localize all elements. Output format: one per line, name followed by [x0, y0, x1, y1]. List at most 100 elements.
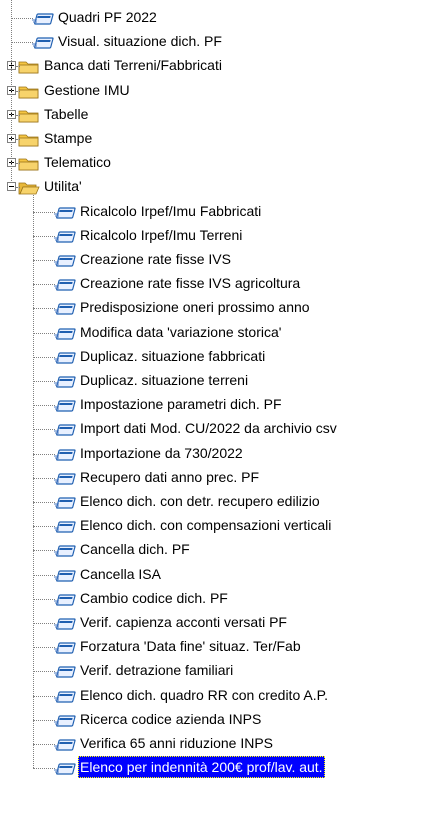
form-icon — [54, 228, 76, 244]
tree-folder[interactable]: Gestione IMU — [0, 79, 436, 103]
tree-item-label: Ricalcolo Irpef/Imu Terreni — [80, 226, 243, 243]
folder-icon — [18, 58, 40, 74]
tree-item-form[interactable]: Verifica 65 anni riduzione INPS — [0, 732, 436, 756]
form-icon — [32, 34, 54, 50]
form-icon — [54, 349, 76, 365]
form-icon — [54, 421, 76, 437]
folder-icon — [18, 83, 40, 99]
tree-item-selected[interactable]: Elenco per indennità 200€ prof/lav. aut. — [0, 756, 436, 780]
tree-connector-line — [33, 453, 55, 456]
form-icon — [54, 325, 76, 341]
tree-item-label: Cambio codice dich. PF — [80, 589, 228, 606]
tree-item-label: Verifica 65 anni riduzione INPS — [80, 735, 273, 751]
tree-item-label: Impostazione parametri dich. PF — [80, 396, 282, 413]
tree-item-form[interactable]: Predisposizione oneri prossimo anno — [0, 296, 436, 320]
tree-connector-line — [33, 550, 55, 552]
tree-connector-line — [33, 284, 55, 286]
tree-connector-line — [33, 502, 55, 504]
tree-item-label: Quadri PF 2022 — [58, 9, 157, 25]
form-icon — [54, 567, 76, 583]
tree-item-label: Cancella ISA — [80, 565, 161, 582]
tree-item-label: Forzatura 'Data fine' situaz. Ter/Fab — [80, 638, 301, 655]
tree-item-label: Stampe — [44, 130, 93, 146]
tree-item-form[interactable]: Verif. capienza acconti versati PF — [0, 611, 436, 635]
form-icon — [54, 470, 76, 486]
tree-item-label: Creazione rate fisse IVS agricoltura — [80, 275, 301, 292]
form-icon — [54, 518, 76, 534]
tree-folder[interactable]: Utilita' — [0, 175, 436, 199]
tree-item-form[interactable]: Modifica data 'variazione storica' — [0, 321, 436, 345]
tree-item-label: Elenco dich. con compensazioni verticali — [80, 517, 332, 534]
tree-item-form[interactable]: Elenco dich. quadro RR con credito A.P. — [0, 684, 436, 708]
tree-item-label: Verif. capienza acconti versati PF — [80, 614, 287, 630]
folder-icon — [18, 155, 40, 171]
tree-connector-line — [33, 477, 55, 480]
tree-connector-line — [16, 90, 20, 93]
form-icon — [54, 663, 76, 679]
form-icon — [54, 760, 76, 776]
form-icon — [54, 252, 76, 268]
form-icon — [54, 688, 76, 704]
tree-item-form[interactable]: Visual. situazione dich. PF — [0, 30, 436, 54]
tree-item-form[interactable]: Duplicaz. situazione terreni — [0, 369, 436, 393]
tree-item-label: Telematico — [44, 154, 111, 171]
form-icon — [54, 615, 76, 631]
tree-connector-line — [16, 66, 20, 68]
tree-connector-line — [33, 768, 55, 770]
form-icon — [54, 591, 76, 607]
tree-item-form[interactable]: Ricalcolo Irpef/Imu Fabbricati — [0, 200, 436, 224]
tree-connector-line — [33, 381, 55, 383]
tree-item-form[interactable]: Cancella dich. PF — [0, 538, 436, 562]
tree-connector-line — [33, 671, 55, 673]
form-icon — [32, 10, 54, 26]
form-icon — [54, 639, 76, 655]
tree-item-form[interactable]: Recupero dati anno prec. PF — [0, 466, 436, 490]
tree-folder[interactable]: Tabelle — [0, 103, 436, 127]
tree-item-form[interactable]: Verif. detrazione familiari — [0, 659, 436, 683]
tree-item-form[interactable]: Creazione rate fisse IVS — [0, 248, 436, 272]
tree-connector-line — [33, 195, 35, 769]
folder-icon — [18, 107, 40, 123]
tree-connector-line — [16, 114, 20, 117]
tree-item-label: Ricalcolo Irpef/Imu Fabbricati — [80, 202, 262, 219]
tree-item-form[interactable]: Forzatura 'Data fine' situaz. Ter/Fab — [0, 635, 436, 659]
tree-item-form[interactable]: Import dati Mod. CU/2022 da archivio csv — [0, 417, 436, 441]
tree-item-label: Predisposizione oneri prossimo anno — [80, 299, 310, 316]
tree-item-form[interactable]: Ricerca codice azienda INPS — [0, 708, 436, 732]
tree-item-form[interactable]: Quadri PF 2022 — [0, 6, 436, 30]
tree-item-form[interactable]: Elenco dich. con compensazioni verticali — [0, 514, 436, 538]
tree-connector-line — [33, 356, 55, 359]
form-icon — [54, 542, 76, 558]
form-icon — [54, 712, 76, 728]
tree-item-form[interactable]: Duplicaz. situazione fabbricati — [0, 345, 436, 369]
tree-folder[interactable]: Stampe — [0, 127, 436, 151]
tree-item-label: Elenco dich. quadro RR con credito A.P. — [80, 686, 329, 703]
tree-item-label: Utilita' — [44, 178, 82, 195]
tree-item-label: Duplicaz. situazione terreni — [80, 372, 249, 388]
tree-item-form[interactable]: Cambio codice dich. PF — [0, 587, 436, 611]
tree-item-form[interactable]: Creazione rate fisse IVS agricoltura — [0, 272, 436, 296]
tree-item-form[interactable]: Cancella ISA — [0, 563, 436, 587]
tree-connector-line — [33, 695, 55, 698]
tree-connector-line — [33, 332, 55, 335]
tree-item-label: Recupero dati anno prec. PF — [80, 468, 259, 485]
tree-item-label: Cancella dich. PF — [80, 541, 190, 558]
tree-connector-line — [33, 526, 55, 528]
tree-folder[interactable]: Banca dati Terreni/Fabbricati — [0, 54, 436, 78]
tree-item-label: Elenco dich. con detr. recupero edilizio — [80, 493, 320, 509]
tree-connector-line — [16, 139, 20, 141]
form-icon — [54, 397, 76, 413]
tree-connector-line — [33, 598, 55, 601]
tree-item-form[interactable]: Importazione da 730/2022 — [0, 442, 436, 466]
tree-item-form[interactable]: Ricalcolo Irpef/Imu Terreni — [0, 224, 436, 248]
collapse-icon[interactable] — [7, 182, 16, 192]
form-icon — [54, 276, 76, 292]
tree-item-label: Verif. detrazione familiari — [80, 662, 234, 679]
tree-connector-line — [16, 187, 20, 189]
form-icon — [54, 373, 76, 389]
tree-item-form[interactable]: Elenco dich. con detr. recupero edilizio — [0, 490, 436, 514]
tree-folder[interactable]: Telematico — [0, 151, 436, 175]
form-icon — [54, 736, 76, 752]
tree-item-form[interactable]: Impostazione parametri dich. PF — [0, 393, 436, 417]
tree-connector-line — [33, 647, 55, 649]
